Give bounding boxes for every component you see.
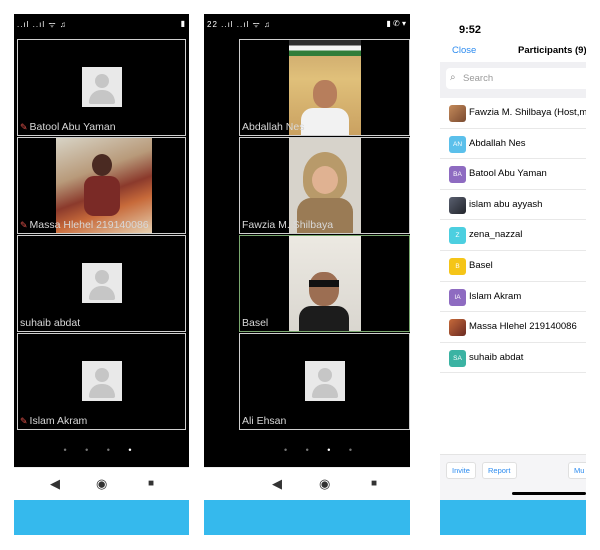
participant-row[interactable]: islam abu ayyash — [440, 190, 586, 221]
participant-name: ✎ Massa Hlehel 219140086 — [20, 219, 149, 231]
participant-name: suhaib abdat — [20, 317, 81, 329]
search-placeholder: Search — [463, 73, 494, 84]
video-tile[interactable]: Fawzia M. Shilbaya — [239, 137, 410, 234]
video-tile[interactable]: ✎ Islam Akram — [17, 333, 186, 430]
status-bar: 22 ..ıl ..ıl ᯤ ♫ ▮ ✆ ▾ — [204, 14, 410, 36]
video-tile[interactable]: suhaib abdat — [17, 235, 186, 332]
participant-initials-avatar: Z — [449, 227, 466, 245]
participant-name: Islam Akram — [469, 290, 522, 302]
status-bar: ..ıl ..ıl ᯤ ♫ ▮ — [14, 14, 189, 36]
back-button[interactable]: ◀ — [272, 476, 282, 492]
participant-name: Batool Abu Yaman — [469, 168, 547, 180]
blue-bottom-bar — [14, 500, 189, 535]
muted-mic-icon: ✎ — [20, 416, 28, 426]
home-button[interactable]: ◉ — [319, 476, 330, 492]
participant-row[interactable]: Massa Hlehel 219140086 — [440, 312, 586, 343]
participant-row[interactable]: Z zena_nazzal — [440, 220, 586, 251]
participant-list: Fawzia M. Shilbaya (Host,me) AN Abdallah… — [440, 98, 586, 374]
mute-all-button[interactable]: Mu — [568, 462, 586, 479]
status-icons-left: 22 ..ıl ..ıl ᯤ ♫ — [207, 20, 271, 29]
close-button[interactable]: Close — [452, 45, 476, 56]
status-icons-right: ▮ ✆ ▾ — [386, 19, 406, 28]
home-indicator — [512, 492, 586, 495]
participant-initials-avatar: SA — [449, 349, 466, 367]
participant-row[interactable]: SA suhaib abdat — [440, 343, 586, 374]
muted-mic-icon: ✎ — [20, 122, 28, 132]
video-tile[interactable]: ✎ Massa Hlehel 219140086 — [17, 137, 186, 234]
participant-initials-avatar: B — [449, 257, 466, 275]
video-tile-active-speaker[interactable]: Basel — [239, 235, 410, 332]
home-button[interactable]: ◉ — [96, 476, 107, 492]
gallery-screen-2: 22 ..ıl ..ıl ᯤ ♫ ▮ ✆ ▾ Abdallah Nes Fawz… — [204, 14, 410, 467]
participant-name: Massa Hlehel 219140086 — [469, 321, 577, 333]
video-tile[interactable]: Ali Ehsan — [239, 333, 410, 430]
android-nav-bar: ◀ ◉ ■ — [204, 467, 410, 501]
participant-row[interactable]: IA Islam Akram — [440, 282, 586, 313]
participant-initials-avatar: IA — [449, 288, 466, 306]
android-nav-bar: ◀ ◉ ■ — [14, 467, 189, 501]
participant-name: Fawzia M. Shilbaya — [242, 219, 334, 231]
participant-name: zena_nazzal — [469, 229, 523, 241]
back-button[interactable]: ◀ — [50, 476, 60, 492]
participant-name: suhaib abdat — [469, 351, 524, 363]
avatar-placeholder-icon — [305, 361, 345, 401]
status-icons-right: ▮ — [180, 19, 185, 28]
avatar-placeholder-icon — [82, 263, 122, 303]
blue-bottom-bar — [440, 500, 586, 535]
participant-name: Basel — [242, 317, 269, 329]
recents-button[interactable]: ■ — [148, 478, 154, 489]
participant-name: Fawzia M. Shilbaya (Host,me) — [469, 107, 586, 118]
muted-mic-icon: ✎ — [20, 220, 28, 230]
search-input[interactable]: ⌕ Search — [446, 68, 586, 89]
page-indicator[interactable]: • • • • — [204, 445, 410, 455]
video-tile[interactable]: ✎ Batool Abu Yaman — [17, 39, 186, 136]
report-button[interactable]: Report — [482, 462, 517, 479]
status-icons-left: ..ıl ..ıl ᯤ ♫ — [17, 20, 67, 29]
participants-panel: 9:52 Close Participants (9) ⌕ Search Faw… — [440, 14, 586, 535]
search-icon: ⌕ — [450, 72, 456, 83]
participant-name: ✎ Islam Akram — [20, 415, 88, 427]
blue-bottom-bar — [204, 500, 410, 535]
status-time: 9:52 — [459, 24, 482, 36]
participant-photo-avatar — [449, 196, 466, 214]
participant-row[interactable]: AN Abdallah Nes — [440, 129, 586, 160]
participant-name: Abdallah Nes — [242, 121, 305, 133]
video-tile[interactable]: Abdallah Nes — [239, 39, 410, 136]
invite-button[interactable]: Invite — [446, 462, 476, 479]
participants-title: Participants (9) — [518, 45, 586, 56]
search-bar: ⌕ Search — [440, 62, 586, 98]
participant-initials-avatar: AN — [449, 135, 466, 153]
avatar-placeholder-icon — [82, 67, 122, 107]
participant-row[interactable]: Fawzia M. Shilbaya (Host,me) — [440, 98, 586, 129]
participant-photo-avatar — [449, 319, 466, 337]
participant-row[interactable]: BA Batool Abu Yaman — [440, 159, 586, 190]
participant-name: Basel — [469, 259, 493, 271]
participant-name: ✎ Batool Abu Yaman — [20, 121, 116, 133]
participant-photo-avatar — [449, 105, 466, 122]
page-indicator[interactable]: • • • • — [14, 445, 189, 455]
participant-row[interactable]: B Basel — [440, 251, 586, 282]
participant-name: Abdallah Nes — [469, 137, 526, 149]
participant-video — [289, 236, 361, 331]
participant-name: Ali Ehsan — [242, 415, 287, 427]
recents-button[interactable]: ■ — [371, 478, 377, 489]
participant-name: islam abu ayyash — [469, 198, 543, 210]
gallery-screen-1: ..ıl ..ıl ᯤ ♫ ▮ ✎ Batool Abu Yaman ✎ Massa… — [14, 14, 189, 467]
participant-initials-avatar: BA — [449, 166, 466, 184]
avatar-placeholder-icon — [82, 361, 122, 401]
